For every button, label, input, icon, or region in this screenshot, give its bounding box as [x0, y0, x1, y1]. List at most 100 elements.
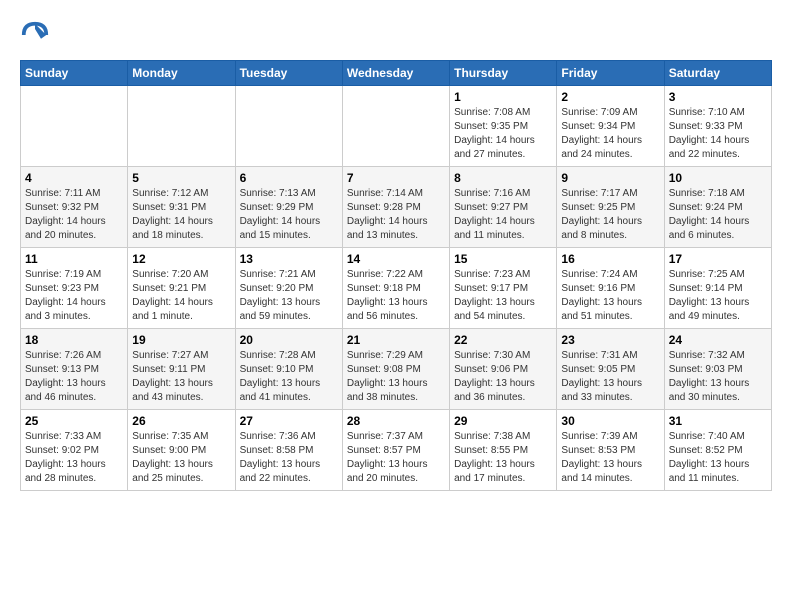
- day-info: Sunrise: 7:13 AM Sunset: 9:29 PM Dayligh…: [240, 187, 338, 243]
- day-info: Sunrise: 7:19 AM Sunset: 9:23 PM Dayligh…: [25, 268, 123, 324]
- calendar-week-row: 4 Sunrise: 7:11 AM Sunset: 9:32 PM Daylig…: [21, 167, 772, 248]
- logo: [20, 20, 54, 50]
- day-number: 20: [240, 333, 338, 347]
- day-header-monday: Monday: [128, 61, 235, 86]
- calendar-cell: 11 Sunrise: 7:19 AM Sunset: 9:23 PM Dayli…: [21, 248, 128, 329]
- day-info: Sunrise: 7:08 AM Sunset: 9:35 PM Dayligh…: [454, 106, 552, 162]
- calendar-week-row: 18 Sunrise: 7:26 AM Sunset: 9:13 PM Dayli…: [21, 329, 772, 410]
- calendar-cell: 29 Sunrise: 7:38 AM Sunset: 8:55 PM Dayli…: [450, 410, 557, 491]
- day-number: 3: [669, 90, 767, 104]
- day-number: 31: [669, 414, 767, 428]
- day-info: Sunrise: 7:09 AM Sunset: 9:34 PM Dayligh…: [561, 106, 659, 162]
- calendar-cell: 10 Sunrise: 7:18 AM Sunset: 9:24 PM Dayli…: [664, 167, 771, 248]
- calendar-week-row: 25 Sunrise: 7:33 AM Sunset: 9:02 PM Dayli…: [21, 410, 772, 491]
- day-info: Sunrise: 7:18 AM Sunset: 9:24 PM Dayligh…: [669, 187, 767, 243]
- calendar-cell: 21 Sunrise: 7:29 AM Sunset: 9:08 PM Dayli…: [342, 329, 449, 410]
- day-info: Sunrise: 7:25 AM Sunset: 9:14 PM Dayligh…: [669, 268, 767, 324]
- day-number: 21: [347, 333, 445, 347]
- day-info: Sunrise: 7:28 AM Sunset: 9:10 PM Dayligh…: [240, 349, 338, 405]
- day-number: 15: [454, 252, 552, 266]
- day-header-tuesday: Tuesday: [235, 61, 342, 86]
- day-number: 4: [25, 171, 123, 185]
- day-number: 7: [347, 171, 445, 185]
- calendar-cell: 28 Sunrise: 7:37 AM Sunset: 8:57 PM Dayli…: [342, 410, 449, 491]
- calendar-cell: 22 Sunrise: 7:30 AM Sunset: 9:06 PM Dayli…: [450, 329, 557, 410]
- day-number: 26: [132, 414, 230, 428]
- day-info: Sunrise: 7:30 AM Sunset: 9:06 PM Dayligh…: [454, 349, 552, 405]
- day-number: 2: [561, 90, 659, 104]
- day-info: Sunrise: 7:36 AM Sunset: 8:58 PM Dayligh…: [240, 430, 338, 486]
- day-number: 6: [240, 171, 338, 185]
- day-info: Sunrise: 7:22 AM Sunset: 9:18 PM Dayligh…: [347, 268, 445, 324]
- calendar-table: SundayMondayTuesdayWednesdayThursdayFrid…: [20, 60, 772, 491]
- calendar-cell: [342, 86, 449, 167]
- day-info: Sunrise: 7:38 AM Sunset: 8:55 PM Dayligh…: [454, 430, 552, 486]
- day-number: 30: [561, 414, 659, 428]
- day-header-sunday: Sunday: [21, 61, 128, 86]
- calendar-cell: 23 Sunrise: 7:31 AM Sunset: 9:05 PM Dayli…: [557, 329, 664, 410]
- day-info: Sunrise: 7:11 AM Sunset: 9:32 PM Dayligh…: [25, 187, 123, 243]
- day-number: 28: [347, 414, 445, 428]
- day-info: Sunrise: 7:32 AM Sunset: 9:03 PM Dayligh…: [669, 349, 767, 405]
- day-info: Sunrise: 7:29 AM Sunset: 9:08 PM Dayligh…: [347, 349, 445, 405]
- day-number: 18: [25, 333, 123, 347]
- calendar-cell: 27 Sunrise: 7:36 AM Sunset: 8:58 PM Dayli…: [235, 410, 342, 491]
- calendar-week-row: 1Sunrise: 7:08 AM Sunset: 9:35 PM Daylig…: [21, 86, 772, 167]
- day-info: Sunrise: 7:33 AM Sunset: 9:02 PM Dayligh…: [25, 430, 123, 486]
- calendar-cell: 6 Sunrise: 7:13 AM Sunset: 9:29 PM Daylig…: [235, 167, 342, 248]
- day-info: Sunrise: 7:12 AM Sunset: 9:31 PM Dayligh…: [132, 187, 230, 243]
- calendar-cell: 14 Sunrise: 7:22 AM Sunset: 9:18 PM Dayli…: [342, 248, 449, 329]
- calendar-cell: [235, 86, 342, 167]
- day-number: 8: [454, 171, 552, 185]
- day-number: 11: [25, 252, 123, 266]
- calendar-cell: [21, 86, 128, 167]
- day-number: 22: [454, 333, 552, 347]
- day-number: 19: [132, 333, 230, 347]
- calendar-cell: 2 Sunrise: 7:09 AM Sunset: 9:34 PM Daylig…: [557, 86, 664, 167]
- day-number: 12: [132, 252, 230, 266]
- day-number: 13: [240, 252, 338, 266]
- day-number: 5: [132, 171, 230, 185]
- calendar-header-row: SundayMondayTuesdayWednesdayThursdayFrid…: [21, 61, 772, 86]
- calendar-cell: 8 Sunrise: 7:16 AM Sunset: 9:27 PM Daylig…: [450, 167, 557, 248]
- day-info: Sunrise: 7:26 AM Sunset: 9:13 PM Dayligh…: [25, 349, 123, 405]
- calendar-cell: 5 Sunrise: 7:12 AM Sunset: 9:31 PM Daylig…: [128, 167, 235, 248]
- day-info: Sunrise: 7:16 AM Sunset: 9:27 PM Dayligh…: [454, 187, 552, 243]
- day-header-saturday: Saturday: [664, 61, 771, 86]
- calendar-cell: 7Sunrise: 7:14 AM Sunset: 9:28 PM Daylig…: [342, 167, 449, 248]
- day-header-friday: Friday: [557, 61, 664, 86]
- day-number: 25: [25, 414, 123, 428]
- day-info: Sunrise: 7:17 AM Sunset: 9:25 PM Dayligh…: [561, 187, 659, 243]
- day-info: Sunrise: 7:23 AM Sunset: 9:17 PM Dayligh…: [454, 268, 552, 324]
- calendar-cell: 12 Sunrise: 7:20 AM Sunset: 9:21 PM Dayli…: [128, 248, 235, 329]
- day-info: Sunrise: 7:10 AM Sunset: 9:33 PM Dayligh…: [669, 106, 767, 162]
- calendar-cell: 1Sunrise: 7:08 AM Sunset: 9:35 PM Daylig…: [450, 86, 557, 167]
- calendar-cell: 16 Sunrise: 7:24 AM Sunset: 9:16 PM Dayli…: [557, 248, 664, 329]
- day-info: Sunrise: 7:40 AM Sunset: 8:52 PM Dayligh…: [669, 430, 767, 486]
- day-info: Sunrise: 7:24 AM Sunset: 9:16 PM Dayligh…: [561, 268, 659, 324]
- calendar-cell: [128, 86, 235, 167]
- day-number: 16: [561, 252, 659, 266]
- day-info: Sunrise: 7:20 AM Sunset: 9:21 PM Dayligh…: [132, 268, 230, 324]
- day-info: Sunrise: 7:31 AM Sunset: 9:05 PM Dayligh…: [561, 349, 659, 405]
- day-number: 9: [561, 171, 659, 185]
- logo-icon: [20, 20, 50, 50]
- day-number: 24: [669, 333, 767, 347]
- day-info: Sunrise: 7:37 AM Sunset: 8:57 PM Dayligh…: [347, 430, 445, 486]
- calendar-cell: 20 Sunrise: 7:28 AM Sunset: 9:10 PM Dayli…: [235, 329, 342, 410]
- day-info: Sunrise: 7:39 AM Sunset: 8:53 PM Dayligh…: [561, 430, 659, 486]
- calendar-cell: 13 Sunrise: 7:21 AM Sunset: 9:20 PM Dayli…: [235, 248, 342, 329]
- day-number: 27: [240, 414, 338, 428]
- day-info: Sunrise: 7:21 AM Sunset: 9:20 PM Dayligh…: [240, 268, 338, 324]
- calendar-cell: 26 Sunrise: 7:35 AM Sunset: 9:00 PM Dayli…: [128, 410, 235, 491]
- calendar-cell: 3 Sunrise: 7:10 AM Sunset: 9:33 PM Daylig…: [664, 86, 771, 167]
- day-info: Sunrise: 7:35 AM Sunset: 9:00 PM Dayligh…: [132, 430, 230, 486]
- day-number: 23: [561, 333, 659, 347]
- calendar-cell: 17Sunrise: 7:25 AM Sunset: 9:14 PM Dayli…: [664, 248, 771, 329]
- day-number: 29: [454, 414, 552, 428]
- day-info: Sunrise: 7:27 AM Sunset: 9:11 PM Dayligh…: [132, 349, 230, 405]
- day-number: 14: [347, 252, 445, 266]
- calendar-cell: 25 Sunrise: 7:33 AM Sunset: 9:02 PM Dayli…: [21, 410, 128, 491]
- day-number: 10: [669, 171, 767, 185]
- calendar-cell: 15 Sunrise: 7:23 AM Sunset: 9:17 PM Dayli…: [450, 248, 557, 329]
